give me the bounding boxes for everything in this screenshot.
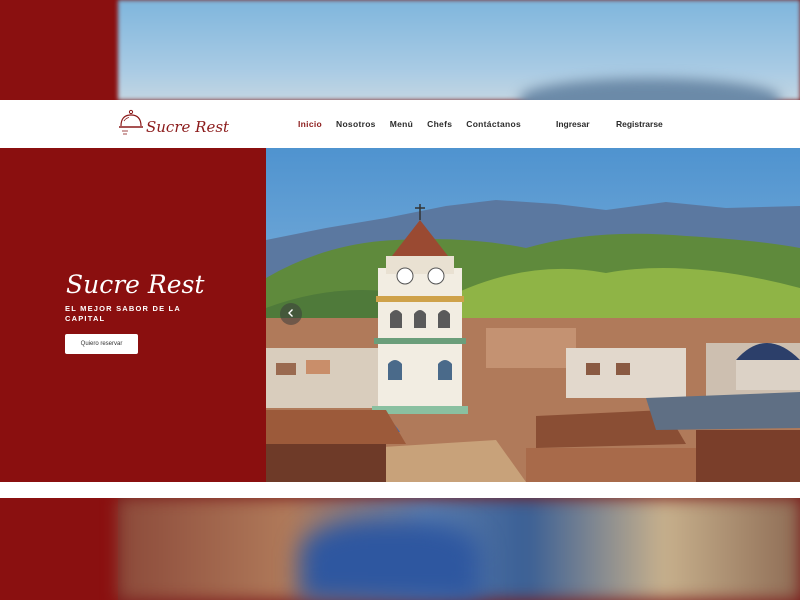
- nav-item-nosotros[interactable]: Nosotros: [336, 119, 376, 129]
- carousel-prev-button[interactable]: [280, 303, 302, 325]
- navbar: Sucre Rest Inicio Nosotros Menú Chefs Co…: [0, 100, 800, 149]
- hero-section: Sucre Rest EL MEJOR SABOR DE LA CAPITAL …: [0, 148, 800, 482]
- hero-subtitle: EL MEJOR SABOR DE LA CAPITAL: [65, 304, 181, 323]
- logo[interactable]: Sucre Rest: [118, 106, 229, 140]
- reserve-button[interactable]: Quiero reservar: [65, 334, 138, 354]
- nav-item-chefs[interactable]: Chefs: [427, 119, 452, 129]
- hero-image: [266, 148, 800, 482]
- main-nav: Inicio Nosotros Menú Chefs Contáctanos: [298, 100, 535, 148]
- register-link[interactable]: Registrarse: [616, 100, 663, 148]
- backdrop-dome: [300, 520, 480, 600]
- website-card: Sucre Rest Inicio Nosotros Menú Chefs Co…: [0, 100, 800, 498]
- nav-item-inicio[interactable]: Inicio: [298, 119, 322, 129]
- hero-text-panel: Sucre Rest EL MEJOR SABOR DE LA CAPITAL …: [0, 148, 266, 482]
- nav-item-contactanos[interactable]: Contáctanos: [466, 119, 521, 129]
- chevron-left-icon: [286, 305, 296, 323]
- cloche-icon: [118, 108, 144, 138]
- logo-text: Sucre Rest: [146, 118, 230, 136]
- login-link[interactable]: Ingresar: [556, 100, 590, 148]
- bottom-strip: [0, 482, 800, 498]
- hero-title: Sucre Rest: [66, 270, 205, 299]
- nav-item-menu[interactable]: Menú: [390, 119, 413, 129]
